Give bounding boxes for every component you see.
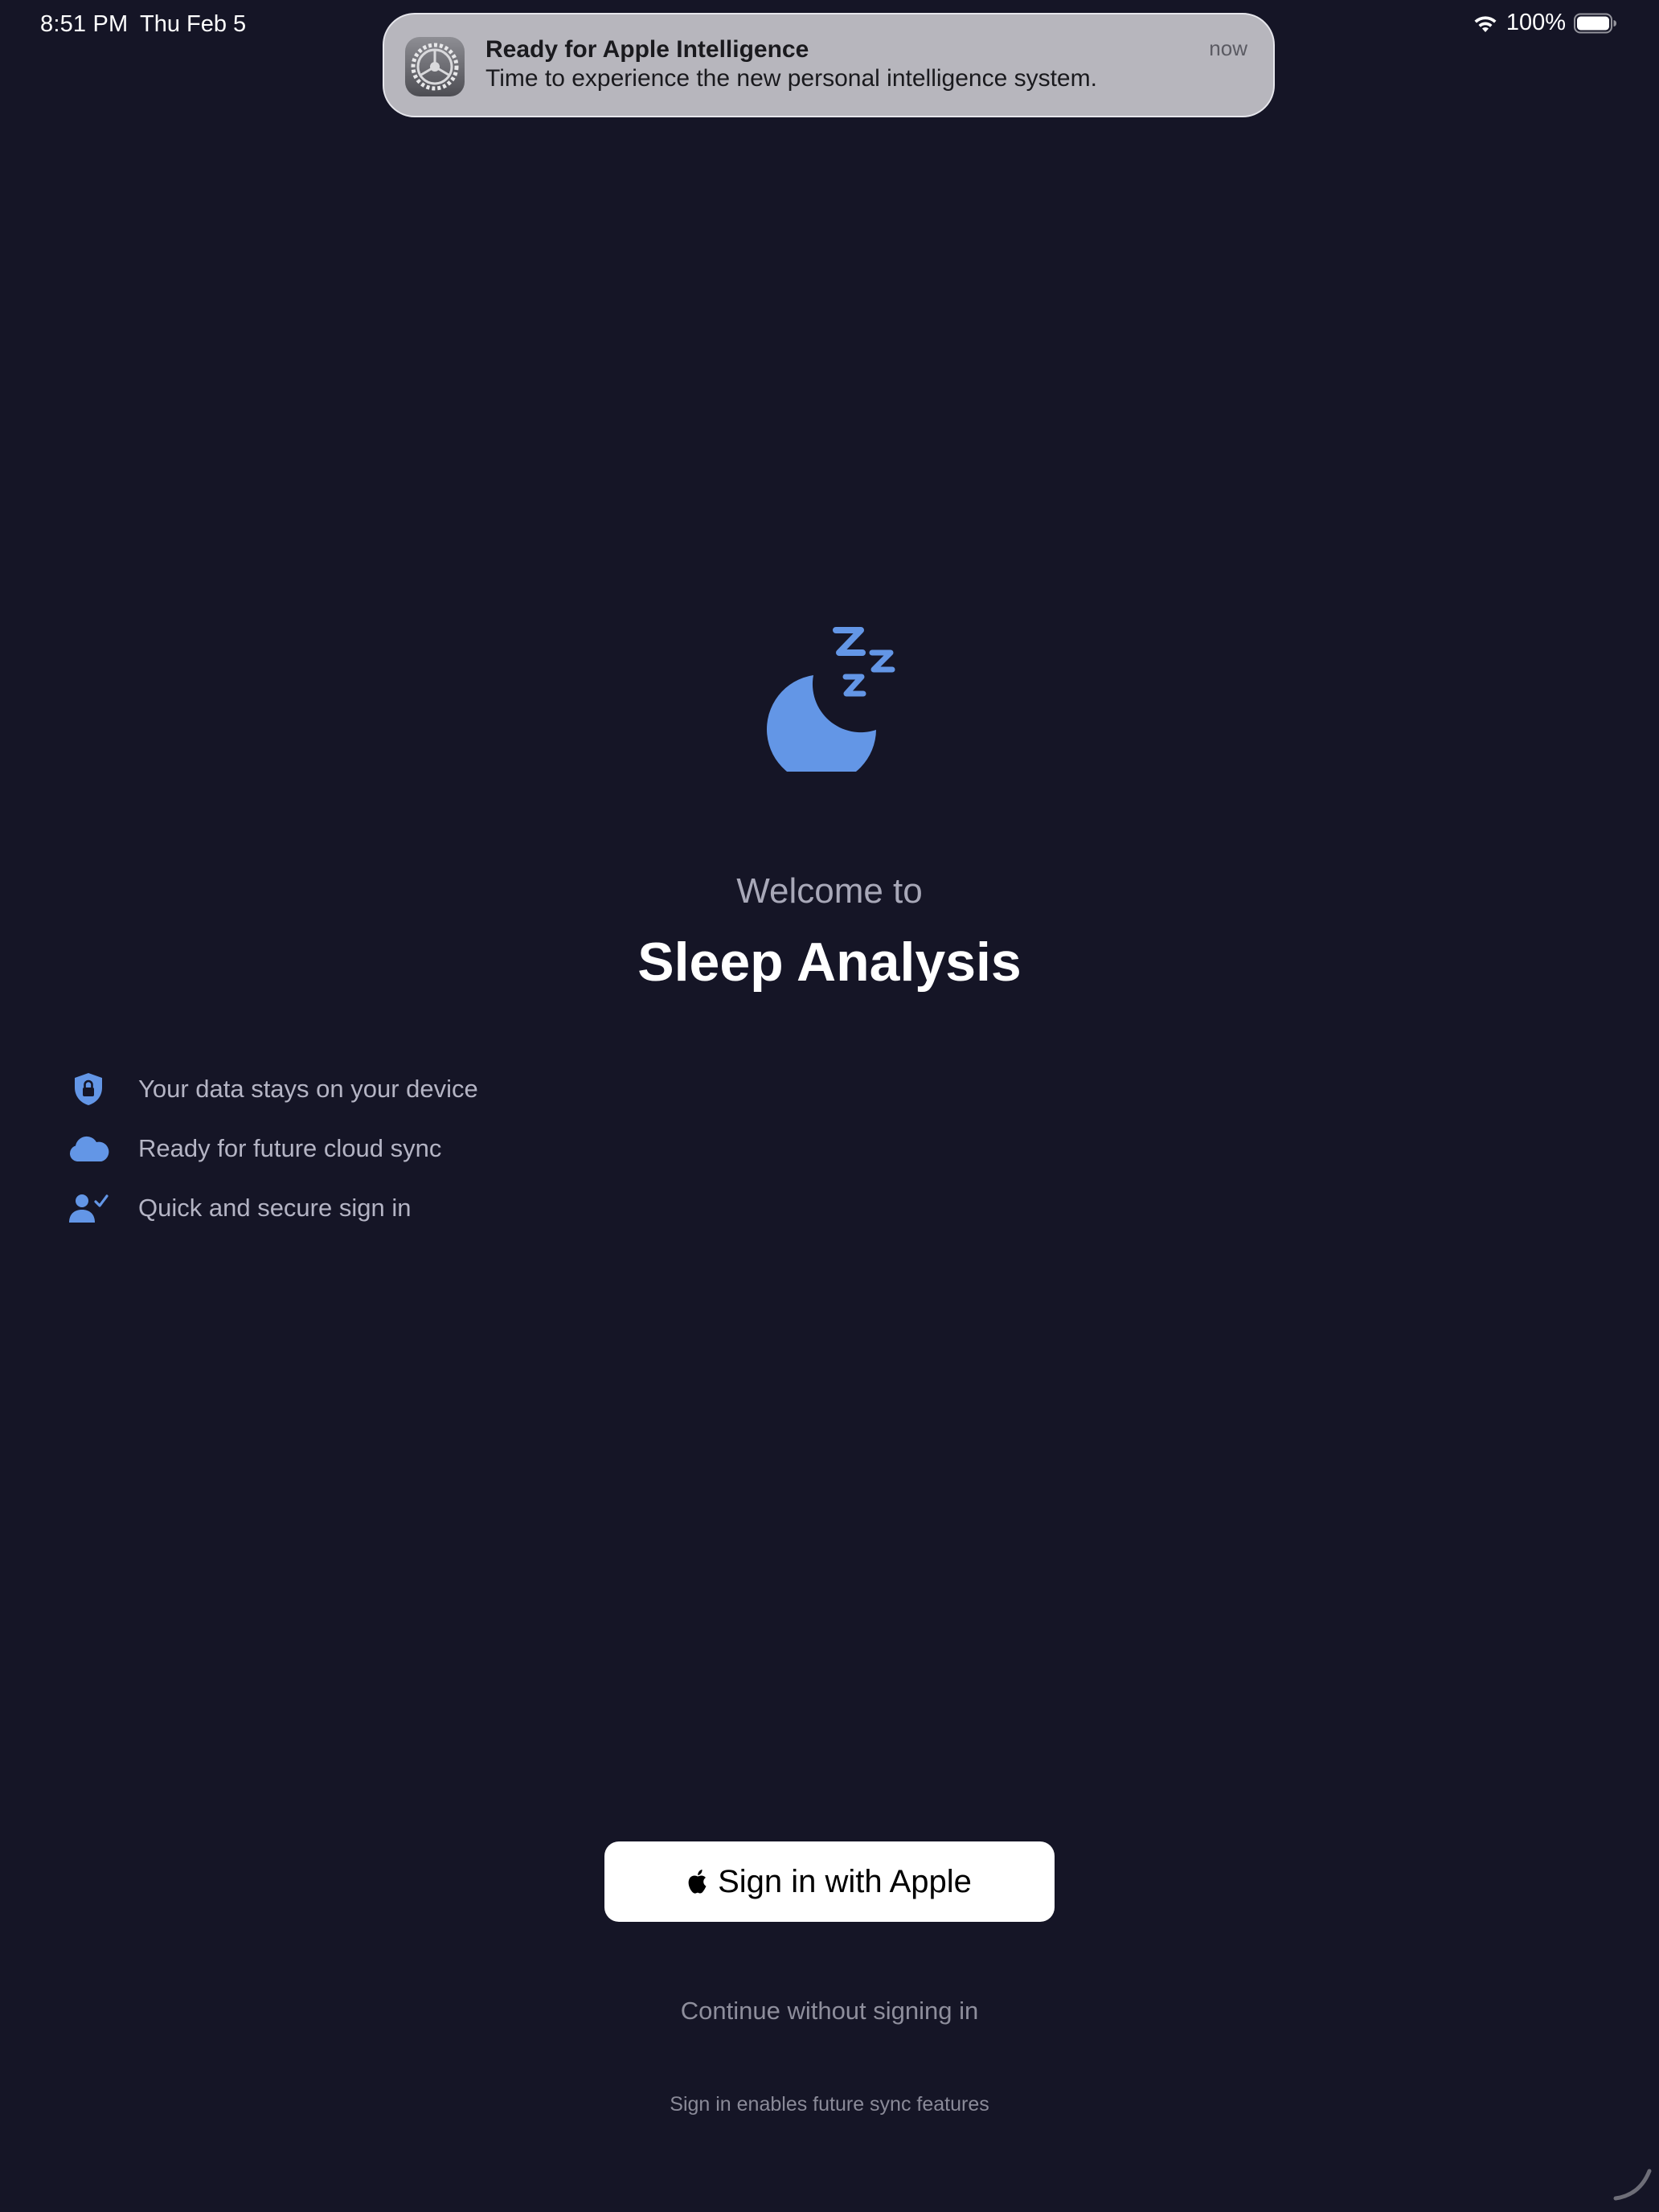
apple-logo-icon <box>687 1869 708 1895</box>
notification-body: Time to experience the new personal inte… <box>485 65 1097 92</box>
feature-item: Quick and secure sign in <box>66 1178 478 1238</box>
status-time: 8:51 PM <box>40 11 129 37</box>
lock-shield-icon <box>66 1070 111 1108</box>
sync-footnote: Sign in enables future sync features <box>670 2093 989 2116</box>
status-date: Thu Feb 5 <box>140 11 247 37</box>
person-checkmark-icon <box>66 1189 111 1227</box>
sign-in-with-apple-button[interactable]: Sign in with Apple <box>604 1841 1055 1922</box>
notification-title: Ready for Apple Intelligence <box>485 36 809 63</box>
status-indicators: 100% <box>1473 10 1617 36</box>
notification-banner[interactable]: Ready for Apple Intelligence Time to exp… <box>383 13 1275 117</box>
cloud-icon <box>66 1129 111 1168</box>
battery-percent: 100% <box>1505 10 1566 35</box>
sign-in-with-apple-label: Sign in with Apple <box>718 1863 972 1899</box>
feature-label: Your data stays on your device <box>138 1075 478 1103</box>
feature-item: Ready for future cloud sync <box>66 1119 478 1178</box>
feature-label: Ready for future cloud sync <box>138 1134 442 1162</box>
feature-item: Your data stays on your device <box>66 1059 478 1119</box>
notification-time: now <box>1209 36 1247 60</box>
welcome-screen: 8:51 PM Thu Feb 5 100% Ready for Apple I… <box>0 0 1659 2212</box>
wifi-icon <box>1473 13 1498 34</box>
continue-without-signing-in-button[interactable]: Continue without signing in <box>0 1997 1659 2026</box>
settings-gear-icon <box>405 37 465 96</box>
battery-icon <box>1574 13 1617 34</box>
feature-list: Your data stays on your device Ready for… <box>66 1059 478 1238</box>
moon-zzz-icon <box>764 619 900 784</box>
feature-label: Quick and secure sign in <box>138 1194 412 1222</box>
welcome-text: Welcome to <box>736 871 923 911</box>
resize-handle-icon <box>1609 2158 1654 2207</box>
app-title: Sleep Analysis <box>637 932 1022 993</box>
